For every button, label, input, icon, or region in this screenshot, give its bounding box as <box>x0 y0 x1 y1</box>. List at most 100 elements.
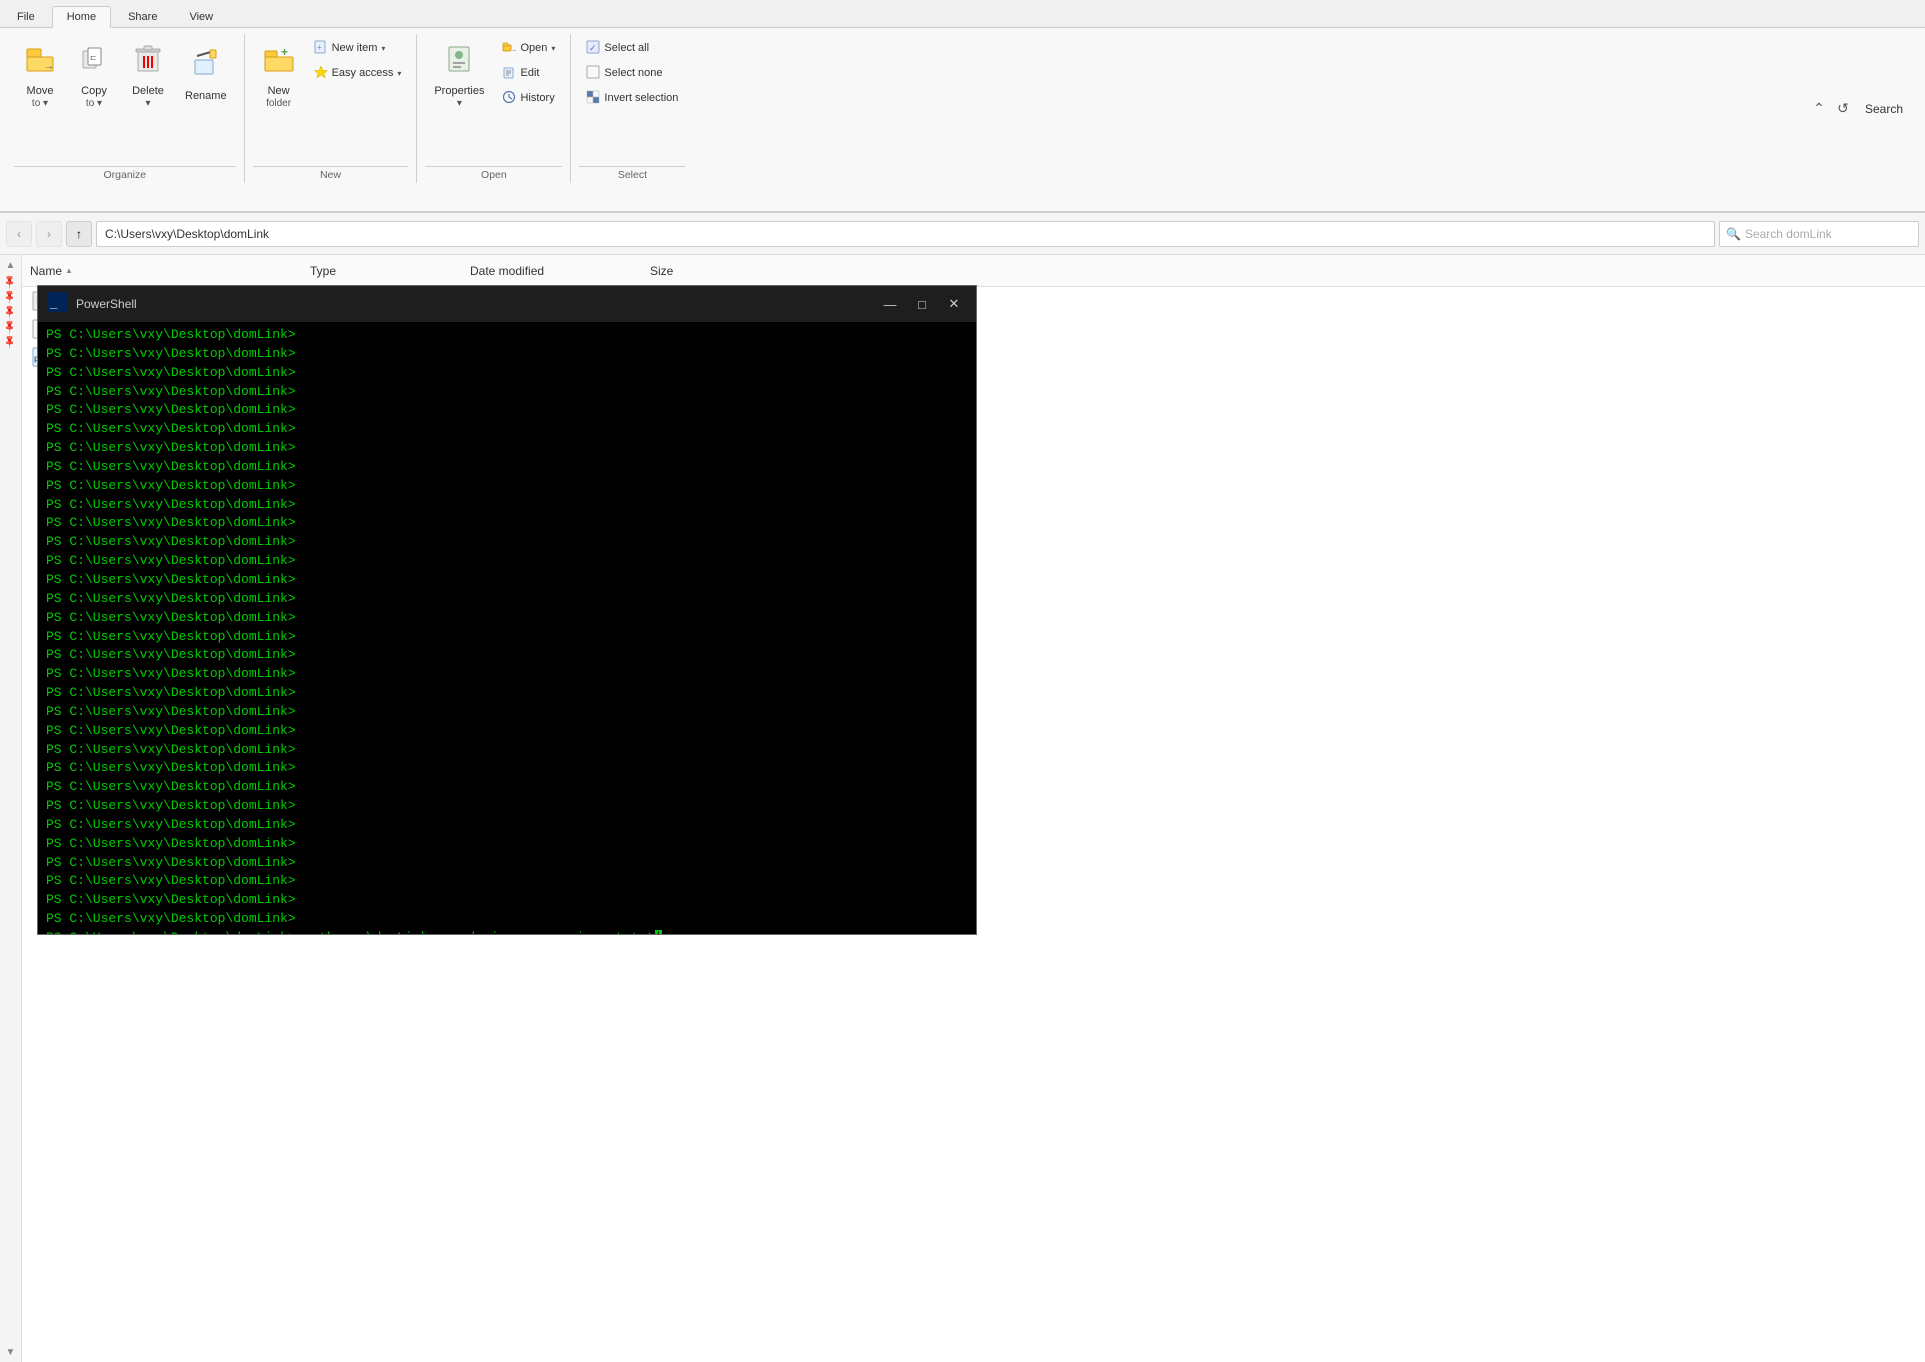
up-button[interactable]: ↑ <box>66 221 92 247</box>
ps-line: PS C:\Users\vxy\Desktop\domLink> <box>46 910 968 929</box>
ps-line: PS C:\Users\vxy\Desktop\domLink> <box>46 514 968 533</box>
ps-line: PS C:\Users\vxy\Desktop\domLink> <box>46 364 968 383</box>
properties-label: Properties <box>434 85 484 98</box>
ps-line: PS C:\Users\vxy\Desktop\domLink> <box>46 458 968 477</box>
new-group-label: New <box>253 166 409 183</box>
open-button[interactable]: → Open ▾ <box>495 36 562 60</box>
new-item-arrow: ▾ <box>381 44 385 53</box>
ps-line: PS C:\Users\vxy\Desktop\domLink> <box>46 759 968 778</box>
select-buttons: ✓ Select all Select none <box>579 34 685 162</box>
move-to-button[interactable]: → Move to ▾ <box>14 36 66 116</box>
ps-line: PS C:\Users\vxy\Desktop\domLink> <box>46 665 968 684</box>
properties-button[interactable]: Properties ▾ <box>425 36 493 116</box>
file-area: ▲ 📌 📌 📌 📌 📌 ▼ Name ▲ Type Date modified … <box>0 255 1925 1362</box>
scroll-down-control[interactable]: ▼ <box>3 1344 19 1360</box>
refresh-button[interactable]: ↺ <box>1833 99 1853 119</box>
tab-share[interactable]: Share <box>113 6 172 27</box>
ps-line: PS C:\Users\vxy\Desktop\domLink> <box>46 628 968 647</box>
svg-text:⊏: ⊏ <box>90 53 97 62</box>
select-all-label: Select all <box>604 42 649 54</box>
header-type[interactable]: Type <box>310 264 470 278</box>
ps-line: PS C:\Users\vxy\Desktop\domLink> <box>46 703 968 722</box>
copy-to-button[interactable]: ⊏ Copy to ▾ <box>68 36 120 116</box>
open-label: Open <box>520 42 547 54</box>
ps-title: PowerShell <box>76 297 870 311</box>
address-bar[interactable]: C:\Users\vxy\Desktop\domLink <box>96 221 1715 247</box>
ps-line: PS C:\Users\vxy\Desktop\domLink> <box>46 816 968 835</box>
pin-5[interactable]: 📌 <box>2 334 19 351</box>
ps-line: PS C:\Users\vxy\Desktop\domLink> <box>46 571 968 590</box>
ps-line: PS C:\Users\vxy\Desktop\domLink> <box>46 741 968 760</box>
tab-file[interactable]: File <box>2 6 50 27</box>
ps-line: PS C:\Users\vxy\Desktop\domLink> <box>46 383 968 402</box>
ps-close-button[interactable]: ✕ <box>942 294 966 314</box>
easy-access-label: Easy access <box>332 67 394 79</box>
easy-access-button[interactable]: Easy access ▾ <box>307 61 409 85</box>
svg-text:+: + <box>281 45 288 59</box>
powershell-window: _ PowerShell — □ ✕ PS C:\Users\vxy\Deskt… <box>37 285 977 935</box>
tab-home[interactable]: Home <box>52 6 111 28</box>
search-box[interactable]: 🔍 Search domLink <box>1719 221 1919 247</box>
ps-line: PS C:\Users\vxy\Desktop\domLink> <box>46 496 968 515</box>
ps-line: PS C:\Users\vxy\Desktop\domLink> <box>46 872 968 891</box>
new-folder-icon: + <box>263 43 295 83</box>
edit-label: Edit <box>520 67 539 79</box>
select-all-button[interactable]: ✓ Select all <box>579 36 685 60</box>
easy-access-icon <box>314 65 328 82</box>
ps-line: PS C:\Users\vxy\Desktop\domLink> <box>46 684 968 703</box>
copy-to-sublabel: to ▾ <box>86 98 102 109</box>
ps-line: PS C:\Users\vxy\Desktop\domLink> <box>46 326 968 345</box>
ribbon-right-controls: ⌃ ↺ Search <box>1809 34 1919 183</box>
ps-maximize-button[interactable]: □ <box>910 294 934 314</box>
ps-line: PS C:\Users\vxy\Desktop\domLink> <box>46 722 968 741</box>
move-to-sublabel: to ▾ <box>32 98 48 109</box>
header-date[interactable]: Date modified <box>470 264 650 278</box>
organize-group-label: Organize <box>14 166 236 183</box>
nav-up-button[interactable]: ⌃ <box>1809 99 1829 119</box>
rename-icon <box>192 48 220 88</box>
ribbon: File Home Share View → Move to ▾ <box>0 0 1925 213</box>
invert-selection-button[interactable]: Invert selection <box>579 86 685 110</box>
open-icon: → <box>502 40 516 57</box>
svg-text:✓: ✓ <box>589 43 597 53</box>
ps-line: PS C:\Users\vxy\Desktop\domLink> <box>46 439 968 458</box>
delete-label: Delete <box>132 85 164 98</box>
ribbon-tabs: File Home Share View <box>0 0 1925 28</box>
forward-button[interactable]: › <box>36 221 62 247</box>
history-label: History <box>520 92 554 104</box>
sidebar: ▲ 📌 📌 📌 📌 📌 ▼ <box>0 255 22 1362</box>
svg-text:+: + <box>317 43 322 52</box>
ps-minimize-button[interactable]: — <box>878 294 902 314</box>
history-button[interactable]: History <box>495 86 562 110</box>
file-list-panel: Name ▲ Type Date modified Size .gitignor… <box>22 255 1925 1362</box>
ps-line: PS C:\Users\vxy\Desktop\domLink> <box>46 835 968 854</box>
select-small-buttons: ✓ Select all Select none <box>579 36 685 110</box>
ps-line: PS C:\Users\vxy\Desktop\domLink> <box>46 590 968 609</box>
ps-content[interactable]: PS C:\Users\vxy\Desktop\domLink>PS C:\Us… <box>38 322 976 934</box>
ps-line: PS C:\Users\vxy\Desktop\domLink> <box>46 345 968 364</box>
new-buttons: + New folder + New item <box>253 34 409 162</box>
new-folder-button[interactable]: + New folder <box>253 36 305 116</box>
scroll-up-control[interactable]: ▲ <box>3 257 19 273</box>
header-name[interactable]: Name ▲ <box>30 264 310 278</box>
new-item-label: New item <box>332 42 378 54</box>
ps-line: PS C:\Users\vxy\Desktop\domLink> <box>46 420 968 439</box>
new-small-buttons: + New item ▾ Easy access ▾ <box>307 36 409 85</box>
ps-titlebar: _ PowerShell — □ ✕ <box>38 286 976 322</box>
new-item-button[interactable]: + New item ▾ <box>307 36 409 60</box>
header-size[interactable]: Size <box>650 264 770 278</box>
search-label[interactable]: Search <box>1857 100 1911 118</box>
delete-button[interactable]: Delete ▾ <box>122 36 174 116</box>
select-none-button[interactable]: Select none <box>579 61 685 85</box>
rename-button[interactable]: Rename <box>176 36 236 116</box>
file-list-header: Name ▲ Type Date modified Size <box>22 255 1925 287</box>
properties-icon <box>445 43 473 83</box>
delete-sublabel: ▾ <box>145 98 150 109</box>
ps-line: PS C:\Users\vxy\Desktop\domLink> <box>46 891 968 910</box>
back-button[interactable]: ‹ <box>6 221 32 247</box>
open-buttons: Properties ▾ → Open ▾ <box>425 34 562 162</box>
ps-line: PS C:\Users\vxy\Desktop\domLink> <box>46 401 968 420</box>
edit-button[interactable]: Edit <box>495 61 562 85</box>
delete-icon <box>134 43 162 83</box>
tab-view[interactable]: View <box>174 6 228 27</box>
